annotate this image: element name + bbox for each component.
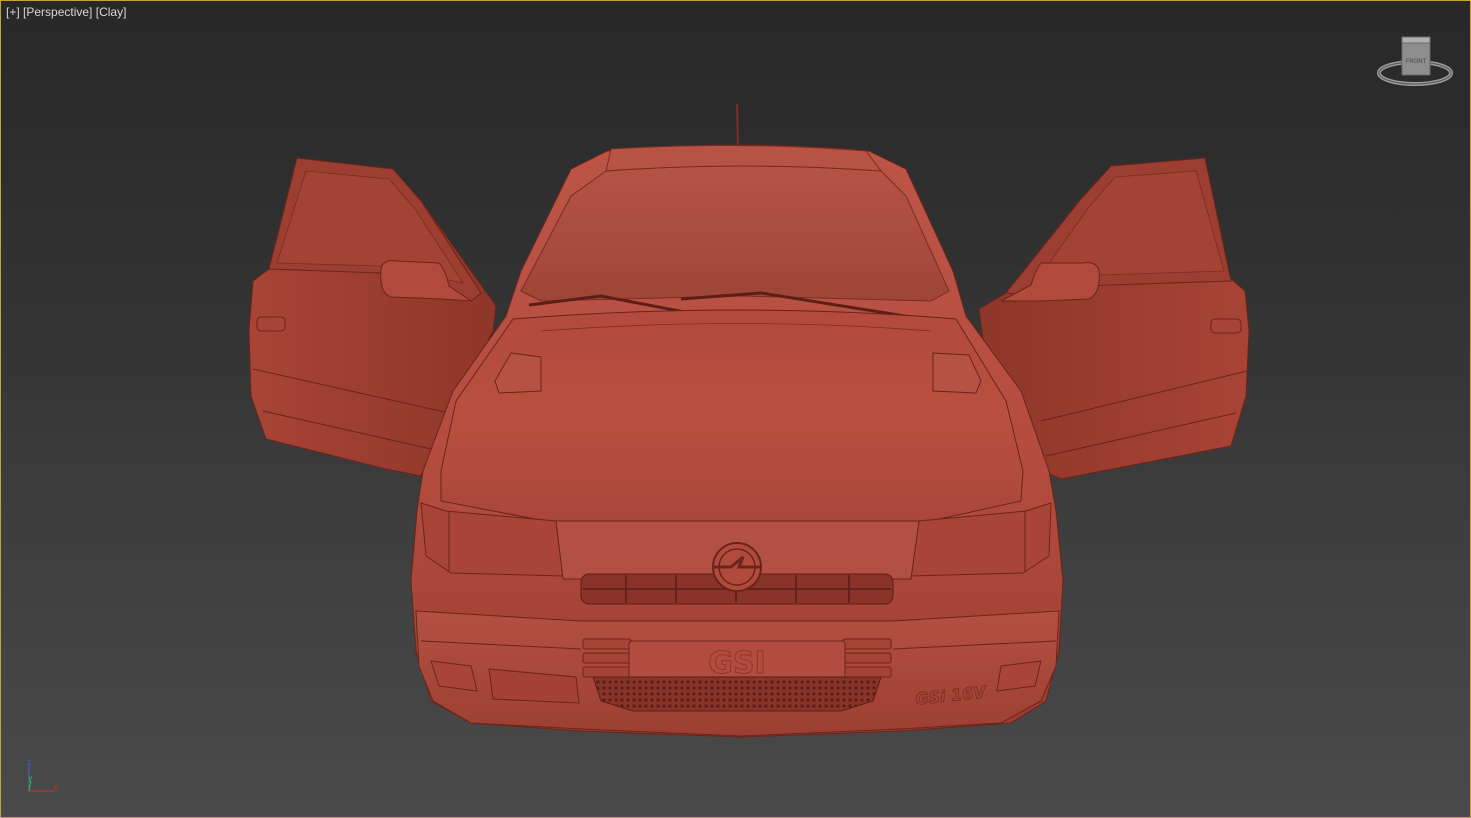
perspective-viewport[interactable]: GSI GSi 16V [+] [Perspective] [Clay] FRO… <box>0 0 1471 818</box>
antenna <box>736 103 739 148</box>
hood <box>440 309 1024 527</box>
scene-render[interactable]: GSI GSi 16V <box>1 1 1471 818</box>
viewport-label: [+] [Perspective] [Clay] <box>6 5 126 19</box>
bumper-vent-right <box>842 638 892 678</box>
plate-emboss: GSI <box>708 646 765 681</box>
viewport-menu-plus[interactable]: [+] <box>6 5 20 19</box>
viewcube-face-label: FRONT <box>1406 58 1427 65</box>
axis-y-label: y <box>28 773 33 782</box>
bumper-vent-left <box>582 638 632 678</box>
fog-light-right <box>996 660 1042 692</box>
axis-tripod-icon: z y x <box>27 758 58 792</box>
windshield <box>520 165 950 302</box>
viewcube-icon[interactable]: FRONT <box>1373 35 1457 93</box>
axis-x-label: x <box>53 782 58 791</box>
opel-logo <box>712 542 762 592</box>
axis-z-label: z <box>27 758 31 767</box>
viewport-view-menu[interactable]: [Perspective] <box>23 5 92 19</box>
lower-mesh-grille <box>592 676 882 712</box>
viewport-shading-menu[interactable]: [Clay] <box>96 5 127 19</box>
